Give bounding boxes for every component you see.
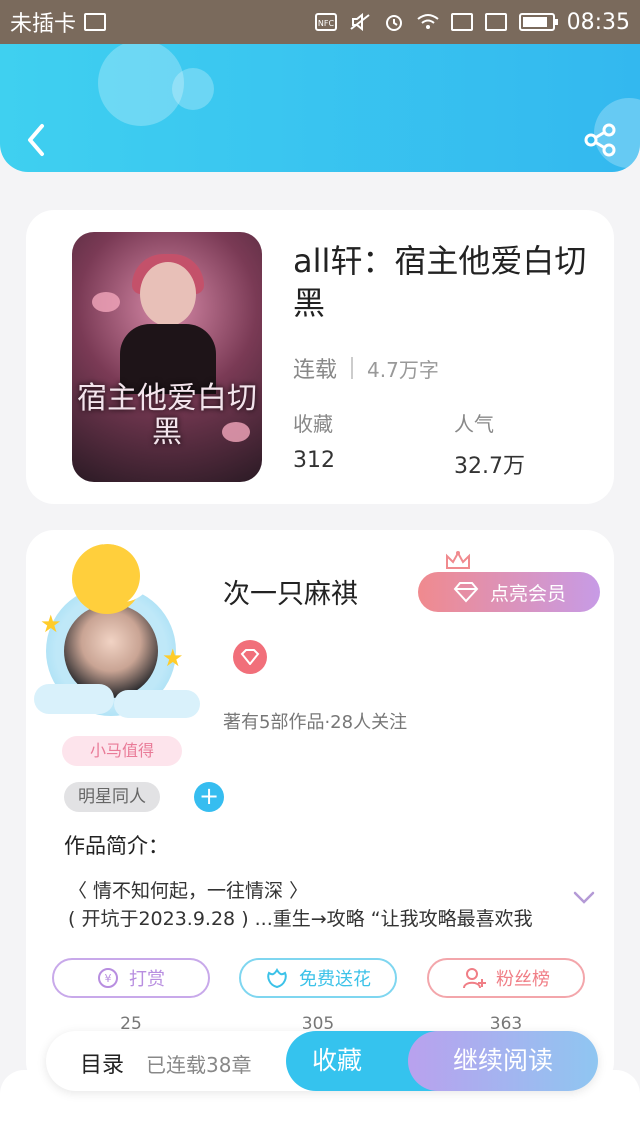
vip-button[interactable]: 点亮会员 xyxy=(418,572,600,612)
collect-value: 312 xyxy=(293,448,335,473)
sim1-icon xyxy=(450,13,473,31)
toc-button[interactable]: 目录 xyxy=(80,1047,124,1079)
vip-button-label: 点亮会员 xyxy=(489,582,566,605)
vip-gem-icon[interactable] xyxy=(233,640,267,674)
divider xyxy=(351,357,354,379)
author-works-info: 著有5部作品·28人关注 xyxy=(223,712,408,733)
book-meta: 连载 4.7万字 xyxy=(293,352,439,384)
author-avatar[interactable]: ★ ★ 小马值得 xyxy=(34,544,204,766)
intro-line-1: 〈 情不知何起，一往情深 〉 xyxy=(68,880,309,902)
status-icons: NFC 08:35 xyxy=(314,9,630,35)
collect-label: 收藏 xyxy=(293,412,333,436)
battery-icon xyxy=(518,13,558,31)
intro-line-2: ( 开坑于2023.9.28 ) ...重生→攻略 “让我攻略最喜欢我 xyxy=(68,908,533,930)
back-arrow-icon[interactable] xyxy=(22,120,52,160)
diamond-icon xyxy=(453,582,479,603)
mute-icon xyxy=(349,13,370,31)
clock: 08:35 xyxy=(566,9,630,35)
free-flower-label: 免费送花 xyxy=(299,969,371,990)
tip-button[interactable]: ¥ 打赏 xyxy=(52,958,210,998)
alarm-icon xyxy=(385,15,402,31)
sim-icon xyxy=(84,13,107,31)
intro-title: 作品简介： xyxy=(64,834,169,858)
header xyxy=(0,44,640,172)
add-tag-button[interactable]: + xyxy=(194,782,224,812)
book-cover[interactable]: 宿主他爱白切黑 xyxy=(72,232,262,482)
popularity-value: 32.7万 xyxy=(454,454,525,479)
crown-icon xyxy=(446,550,470,569)
cloud-decor xyxy=(114,690,200,718)
tag-chip[interactable]: 明星同人 xyxy=(64,782,160,812)
chapter-count[interactable]: 已连载38章 xyxy=(146,1049,251,1078)
carrier-label: 未插卡 xyxy=(10,12,77,37)
share-icon[interactable] xyxy=(582,122,618,158)
continue-reading-button[interactable]: 继续阅读 xyxy=(408,1031,598,1091)
book-info-card: 宿主他爱白切黑 all轩：宿主他爱白切黑 连载 4.7万字 收藏 312 人气 … xyxy=(26,210,614,504)
fans-icon xyxy=(463,968,486,989)
carrier-group: 未插卡 xyxy=(10,6,107,38)
svg-text:¥: ¥ xyxy=(105,972,112,985)
svg-text:NFC: NFC xyxy=(318,19,335,28)
cover-figure-face xyxy=(140,262,196,326)
bottom-action-bar: 目录 已连载38章 收藏 继续阅读 xyxy=(46,1031,598,1091)
fans-rank-button[interactable]: 粉丝榜 xyxy=(427,958,585,998)
word-count: 4.7万字 xyxy=(367,357,439,382)
serial-status: 连载 xyxy=(293,358,338,383)
decor-bubble xyxy=(98,44,184,126)
sim2-icon xyxy=(484,13,507,31)
flower-icon xyxy=(267,968,287,989)
avatar-badge: 小马值得 xyxy=(62,736,182,766)
petal-decor xyxy=(92,292,120,312)
wifi-icon xyxy=(416,14,439,29)
author-name[interactable]: 次一只麻祺 xyxy=(223,572,358,611)
cloud-decor xyxy=(34,684,114,714)
decor-bubble xyxy=(172,68,214,110)
fans-rank-label: 粉丝榜 xyxy=(496,969,550,990)
star-icon: ★ xyxy=(40,610,62,638)
nfc-icon: NFC xyxy=(314,13,337,31)
star-icon: ★ xyxy=(162,644,184,672)
free-flower-button[interactable]: 免费送花 xyxy=(239,958,397,998)
chevron-down-icon[interactable] xyxy=(572,890,596,906)
cover-title: 宿主他爱白切黑 xyxy=(77,381,257,450)
yen-icon: ¥ xyxy=(98,968,118,988)
author-card: ★ ★ 小马值得 次一只麻祺 点亮会员 著有5部作品·28人关注 明星同人 + … xyxy=(26,530,614,1090)
book-title: all轩：宿主他爱白切黑 xyxy=(293,242,587,322)
tip-label: 打赏 xyxy=(129,969,165,990)
status-bar: 未插卡 NFC 08:35 xyxy=(0,0,640,44)
popularity-label: 人气 xyxy=(454,412,494,436)
